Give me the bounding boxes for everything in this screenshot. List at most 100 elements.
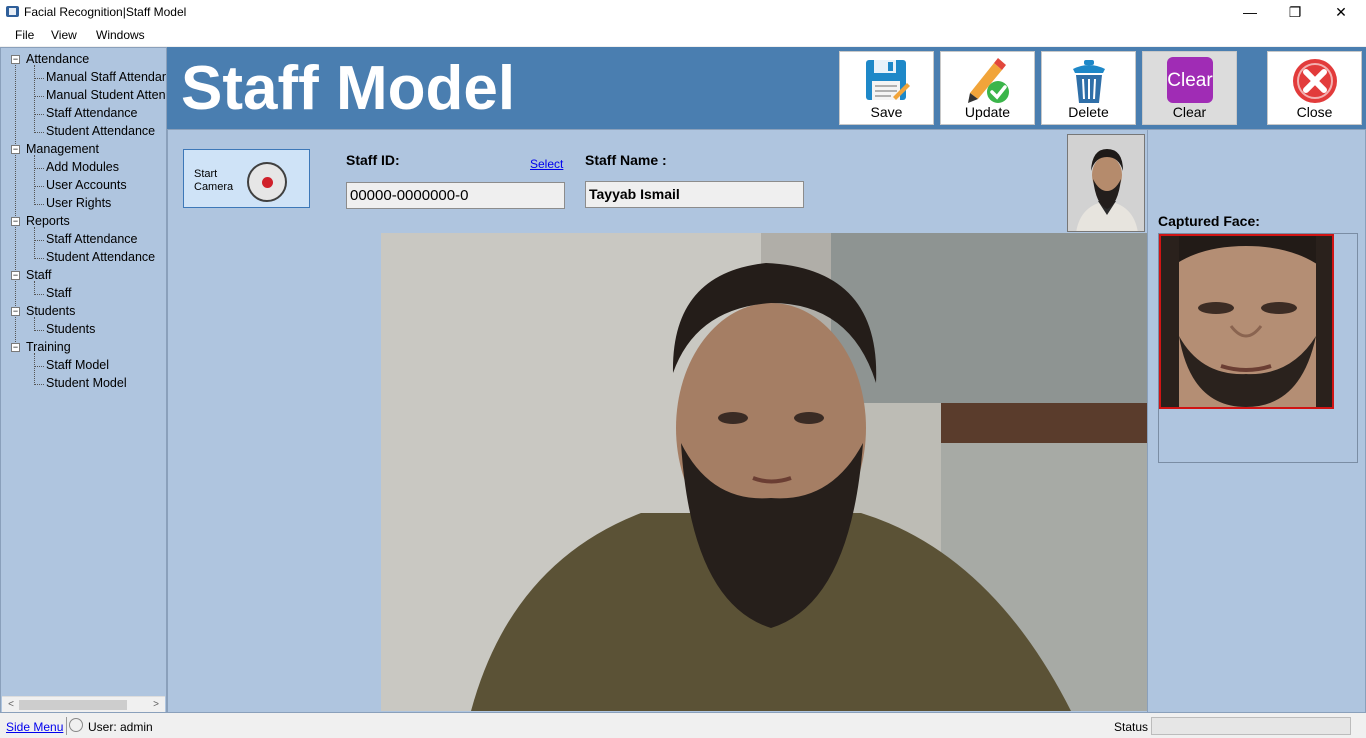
tree-item[interactable]: Staff (46, 286, 71, 300)
tree-item[interactable]: Staff Attendance (46, 106, 138, 120)
staff-id-label: Staff ID: (346, 152, 400, 168)
scroll-left-icon[interactable]: < (4, 698, 18, 712)
captured-face-image (1159, 234, 1334, 409)
tree-connector (35, 294, 44, 295)
tree-item[interactable]: User Rights (46, 196, 111, 210)
tree-connector (34, 155, 35, 205)
captured-face-panel: Captured Face: (1147, 130, 1365, 712)
user-icon (69, 718, 83, 732)
start-camera-label-line2: Camera (194, 181, 234, 193)
tree-connector (34, 65, 35, 133)
start-camera-button[interactable]: Start Camera (183, 149, 310, 208)
tree-item[interactable]: Manual Staff Attendan (46, 70, 166, 84)
tree-connector (35, 258, 44, 259)
record-icon (247, 162, 287, 202)
tree-connector (34, 353, 35, 385)
delete-button[interactable]: Delete (1041, 51, 1136, 125)
tree-connector (35, 384, 44, 385)
tree-toggle-icon[interactable]: − (11, 343, 20, 352)
tree-item[interactable]: Student Model (46, 376, 127, 390)
save-button[interactable]: Save (839, 51, 934, 125)
tree-connector (34, 227, 35, 259)
close-label: Close (1296, 104, 1333, 120)
maximize-button[interactable]: ❐ (1272, 0, 1318, 24)
tree-item[interactable]: Add Modules (46, 160, 119, 174)
close-button[interactable]: Close (1267, 51, 1362, 125)
user-label: User: (88, 720, 117, 734)
save-label: Save (870, 104, 903, 120)
window-title: Facial Recognition|Staff Model (24, 5, 187, 19)
tree-group-management[interactable]: Management (26, 142, 99, 156)
menu-bar: File View Windows (0, 24, 1366, 46)
tree-toggle-icon[interactable]: − (11, 217, 20, 226)
tree-toggle-icon[interactable]: − (11, 145, 20, 154)
tree-item[interactable]: Manual Student Attend (46, 88, 166, 102)
tree-item[interactable]: User Accounts (46, 178, 127, 192)
delete-label: Delete (1068, 104, 1109, 120)
title-bar: Facial Recognition|Staff Model — ❐ ✕ (0, 0, 1366, 24)
tree-connector (35, 114, 44, 115)
eraser-icon: Clear (1166, 57, 1213, 103)
user-value: admin (120, 720, 153, 734)
tree-connector (35, 204, 44, 205)
status-separator (66, 717, 67, 735)
side-menu-link[interactable]: Side Menu (6, 720, 63, 734)
tree-connector (35, 330, 44, 331)
scroll-thumb[interactable] (19, 700, 127, 710)
tree-connector (35, 168, 44, 169)
tree-connector (35, 366, 44, 367)
close-window-button[interactable]: ✕ (1318, 0, 1364, 24)
tree-toggle-icon[interactable]: − (11, 55, 20, 64)
trash-icon (1072, 60, 1105, 103)
tree-connector (34, 281, 35, 295)
tree-connector (35, 96, 44, 97)
tree-connector (35, 132, 44, 133)
page-title: Staff Model (181, 54, 516, 123)
tree-connector (35, 78, 44, 79)
tree-root-connector (15, 62, 16, 344)
tree-item[interactable]: Staff Model (46, 358, 109, 372)
menu-view[interactable]: View (51, 28, 77, 42)
clear-button[interactable]: Clear Clear (1142, 51, 1237, 125)
staff-name-field[interactable]: Tayyab Ismail (585, 181, 804, 208)
status-bar: Side Menu User: admin Status (0, 713, 1366, 738)
tree-connector (35, 240, 44, 241)
tree-item[interactable]: Staff Attendance (46, 232, 138, 246)
pencil-check-icon (967, 58, 1009, 103)
captured-face-frame (1158, 233, 1358, 463)
tree-item[interactable]: Student Attendance (46, 250, 155, 264)
svg-text:Clear: Clear (1167, 70, 1213, 91)
select-staff-link[interactable]: Select (530, 157, 563, 171)
tree-group-training[interactable]: Training (26, 340, 71, 354)
staff-name-label: Staff Name : (585, 152, 667, 168)
minimize-button[interactable]: — (1227, 0, 1273, 24)
scroll-right-icon[interactable]: > (149, 698, 163, 712)
update-button[interactable]: Update (940, 51, 1035, 125)
side-menu-tree: < > − Attendance Manual Staff Attendan Manu… (0, 47, 167, 713)
tree-group-attendance[interactable]: Attendance (26, 52, 89, 66)
tree-toggle-icon[interactable]: − (11, 307, 20, 316)
tree-item[interactable]: Student Attendance (46, 124, 155, 138)
close-x-icon (1292, 59, 1337, 103)
tree-group-students[interactable]: Students (26, 304, 75, 318)
page-header: Staff Model Save Update Delete Clear Cle… (167, 47, 1366, 129)
status-label: Status (1114, 720, 1149, 734)
camera-video-feed (381, 233, 1149, 711)
app-icon (6, 6, 19, 17)
status-progress-bar (1151, 717, 1351, 735)
update-label: Update (964, 104, 1011, 120)
menu-windows[interactable]: Windows (96, 28, 145, 42)
tree-connector (34, 317, 35, 331)
main-panel: Start Camera Staff ID: Select 00000-0000… (167, 129, 1366, 713)
horizontal-scrollbar[interactable]: < > (2, 696, 165, 712)
tree-item[interactable]: Students (46, 322, 95, 336)
staff-id-field[interactable]: 00000-0000000-0 (346, 182, 565, 209)
tree-group-staff[interactable]: Staff (26, 268, 51, 282)
floppy-disk-icon (865, 60, 910, 100)
start-camera-label-line1: Start (194, 168, 218, 180)
staff-photo (1067, 134, 1145, 232)
menu-file[interactable]: File (15, 28, 34, 42)
tree-toggle-icon[interactable]: − (11, 271, 20, 280)
captured-face-label: Captured Face: (1158, 213, 1260, 229)
tree-group-reports[interactable]: Reports (26, 214, 70, 228)
